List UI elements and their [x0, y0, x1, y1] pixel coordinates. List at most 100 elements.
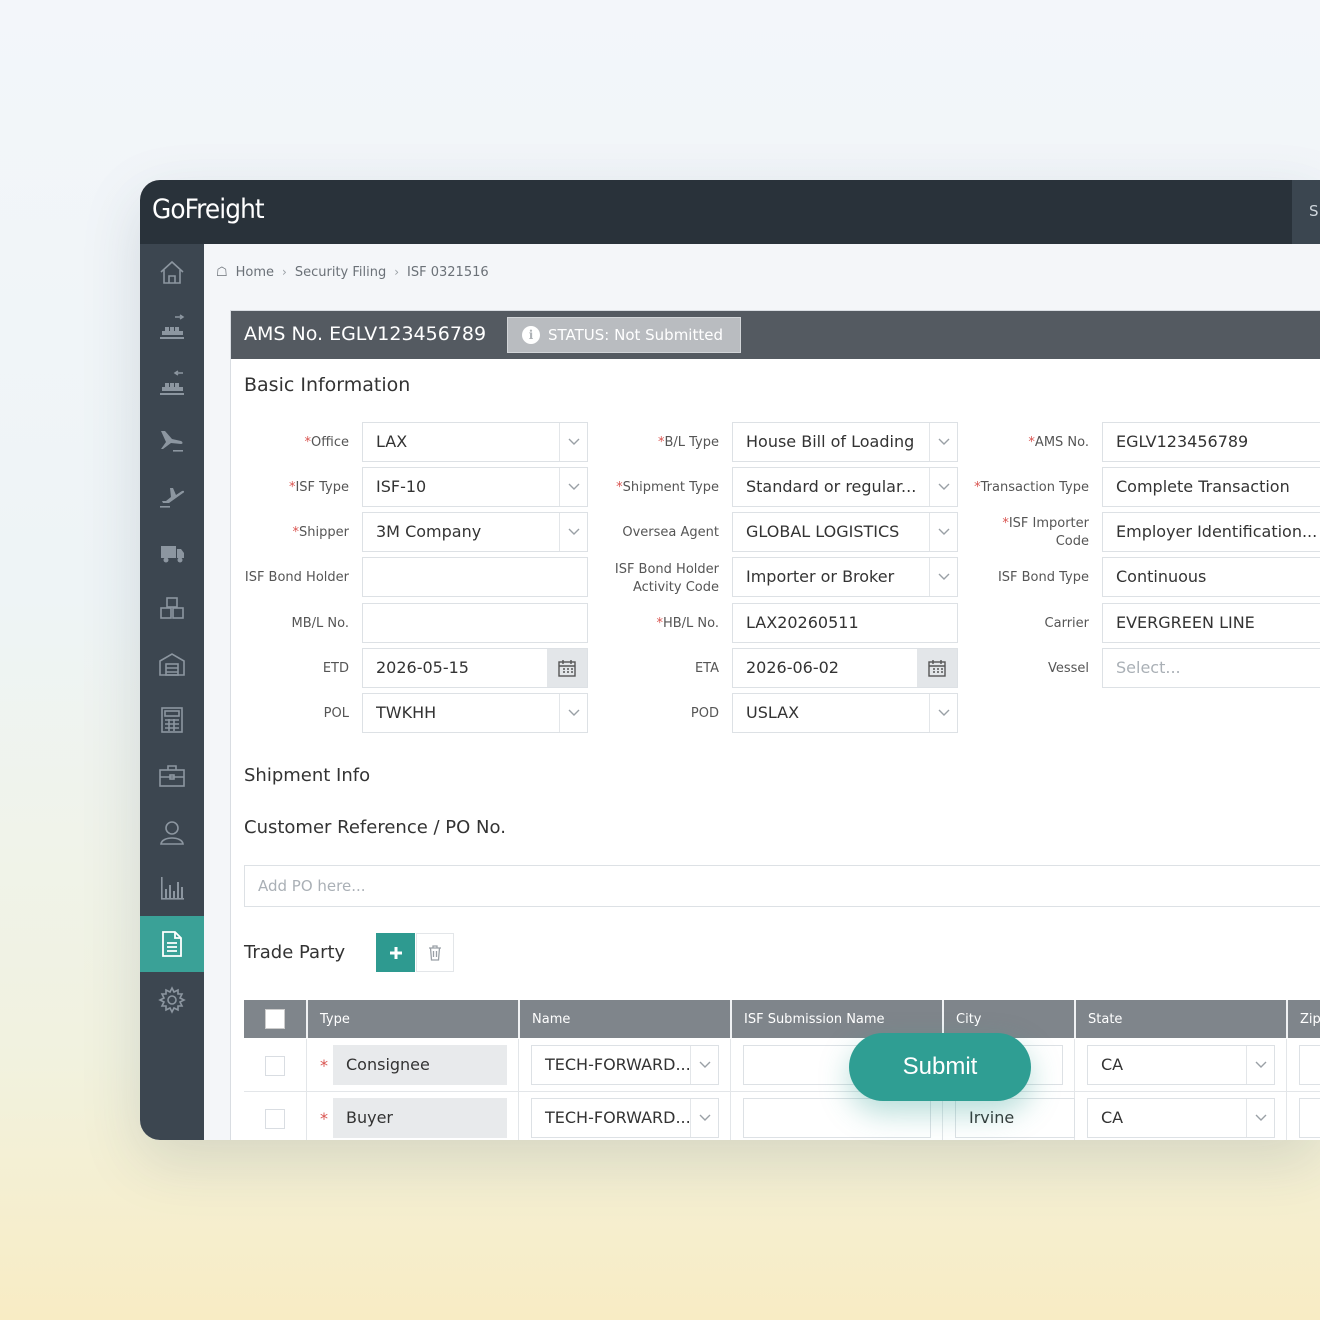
column-name[interactable]: Name [518, 1000, 730, 1038]
column-type[interactable]: Type [306, 1000, 518, 1038]
oversea-agent-select[interactable]: GLOBAL LOGISTICS [732, 512, 958, 552]
table-row: * Consignee TECH-FORWARD... CA [244, 1039, 1320, 1092]
chevron-down-icon[interactable] [1246, 1046, 1274, 1084]
submission-name-input[interactable] [743, 1098, 931, 1138]
eta-label: ETA [694, 661, 719, 676]
bond-type-select[interactable]: Continuous [1102, 557, 1320, 597]
row-checkbox[interactable] [265, 1056, 285, 1076]
ams-no-input[interactable]: EGLV123456789 [1102, 422, 1320, 462]
trade-party-table-header: Type Name ISF Submission Name City State… [244, 1000, 1320, 1038]
office-label: *Office [304, 435, 349, 450]
activity-code-select[interactable]: Importer or Broker [732, 557, 958, 597]
pod-label: POD [690, 706, 719, 721]
select-all-checkbox[interactable] [265, 1009, 285, 1029]
customer-reference-title: Customer Reference / PO No. [244, 817, 506, 838]
column-state[interactable]: State [1074, 1000, 1286, 1038]
trash-icon [429, 944, 441, 961]
ocean-export-icon[interactable] [140, 300, 204, 356]
submit-button[interactable]: Submit [849, 1033, 1031, 1101]
state-select[interactable]: CA [1087, 1045, 1275, 1085]
row-checkbox[interactable] [265, 1109, 285, 1129]
topbar-search-button[interactable]: S [1292, 180, 1320, 244]
air-export-icon[interactable] [140, 468, 204, 524]
chevron-down-icon[interactable] [929, 558, 957, 596]
hbl-input[interactable]: LAX20260511 [732, 603, 958, 643]
chevron-down-icon[interactable] [559, 694, 587, 732]
po-input[interactable]: Add PO here... [244, 865, 1320, 907]
carrier-select[interactable]: EVERGREEN LINE [1102, 603, 1320, 643]
chevron-down-icon[interactable] [929, 423, 957, 461]
importer-code-label: *ISF Importer Code [1002, 516, 1089, 549]
main-content: ☖ Home › Security Filing › ISF 0321516 A… [204, 244, 1320, 1140]
chevron-down-icon[interactable] [559, 513, 587, 551]
chevron-down-icon[interactable] [690, 1046, 718, 1084]
party-name-select[interactable]: TECH-FORWARD... [531, 1098, 719, 1138]
bond-holder-label: ISF Bond Holder [244, 570, 349, 585]
activity-code-label: ISF Bond Holder Activity Code [614, 562, 719, 595]
chevron-down-icon[interactable] [559, 468, 587, 506]
bl-type-label: *B/L Type [657, 435, 719, 450]
party-name-select[interactable]: TECH-FORWARD... [531, 1045, 719, 1085]
pol-label: POL [323, 706, 349, 721]
home-icon[interactable] [140, 244, 204, 300]
ocean-import-icon[interactable] [140, 356, 204, 412]
ams-number-title: AMS No. EGLV123456789 [244, 323, 487, 345]
shipment-info-title: Shipment Info [244, 765, 371, 786]
delete-trade-party-button[interactable] [416, 933, 454, 972]
importer-code-select[interactable]: Employer Identification... [1102, 512, 1320, 552]
bond-holder-input[interactable] [362, 557, 588, 597]
add-trade-party-button[interactable] [376, 933, 415, 972]
breadcrumb-security-filing[interactable]: Security Filing [295, 265, 386, 280]
office-select[interactable]: LAX [362, 422, 588, 462]
chevron-down-icon[interactable] [929, 513, 957, 551]
party-type-cell: Buyer [333, 1098, 507, 1138]
truck-icon[interactable] [140, 524, 204, 580]
shipment-type-select[interactable]: Standard or regular... [732, 467, 958, 507]
pol-select[interactable]: TWKHH [362, 693, 588, 733]
isf-panel: AMS No. EGLV123456789 i STATUS: Not Subm… [230, 310, 1320, 1140]
warehouse-icon[interactable] [140, 636, 204, 692]
reports-chart-icon[interactable] [140, 860, 204, 916]
eta-date-input[interactable]: 2026-06-02 [732, 648, 958, 688]
breadcrumb-home[interactable]: Home [236, 265, 274, 280]
ams-no-label: *AMS No. [1028, 435, 1089, 450]
etd-date-input[interactable]: 2026-05-15 [362, 648, 588, 688]
oversea-agent-label: Oversea Agent [622, 525, 719, 540]
isf-type-select[interactable]: ISF-10 [362, 467, 588, 507]
etd-label: ETD [322, 661, 349, 676]
zip-input[interactable] [1299, 1098, 1320, 1138]
pod-select[interactable]: USLAX [732, 693, 958, 733]
gofreight-logo[interactable]: GoFreight [152, 192, 265, 228]
chevron-down-icon[interactable] [559, 423, 587, 461]
isf-type-label: *ISF Type [288, 480, 349, 495]
calendar-icon[interactable] [917, 649, 957, 687]
transaction-type-select[interactable]: Complete Transaction [1102, 467, 1320, 507]
vessel-select[interactable]: Select... [1102, 648, 1320, 688]
chevron-down-icon[interactable] [929, 694, 957, 732]
air-import-icon[interactable] [140, 412, 204, 468]
column-zip[interactable]: Zip [1286, 1000, 1320, 1038]
shipment-type-label: *Shipment Type [616, 480, 719, 495]
chevron-down-icon[interactable] [1246, 1099, 1274, 1137]
shipper-select[interactable]: 3M Company [362, 512, 588, 552]
zip-input[interactable] [1299, 1045, 1320, 1085]
required-marker: * [320, 1056, 328, 1075]
mbl-input[interactable] [362, 603, 588, 643]
sidebar [140, 244, 204, 1140]
briefcase-icon[interactable] [140, 748, 204, 804]
calculator-icon[interactable] [140, 692, 204, 748]
shipper-label: *Shipper [292, 525, 349, 540]
chevron-down-icon[interactable] [690, 1099, 718, 1137]
state-select[interactable]: CA [1087, 1098, 1275, 1138]
hbl-label: *HB/L No. [656, 616, 719, 631]
settings-gear-icon[interactable] [140, 972, 204, 1028]
vessel-label: Vessel [1047, 661, 1089, 676]
calendar-icon[interactable] [547, 649, 587, 687]
city-input[interactable]: Irvine [955, 1098, 1075, 1138]
document-icon[interactable] [140, 916, 204, 972]
bond-type-label: ISF Bond Type [997, 570, 1089, 585]
boxes-icon[interactable] [140, 580, 204, 636]
bl-type-select[interactable]: House Bill of Loading [732, 422, 958, 462]
chevron-right-icon: › [282, 265, 287, 279]
contacts-icon[interactable] [140, 804, 204, 860]
